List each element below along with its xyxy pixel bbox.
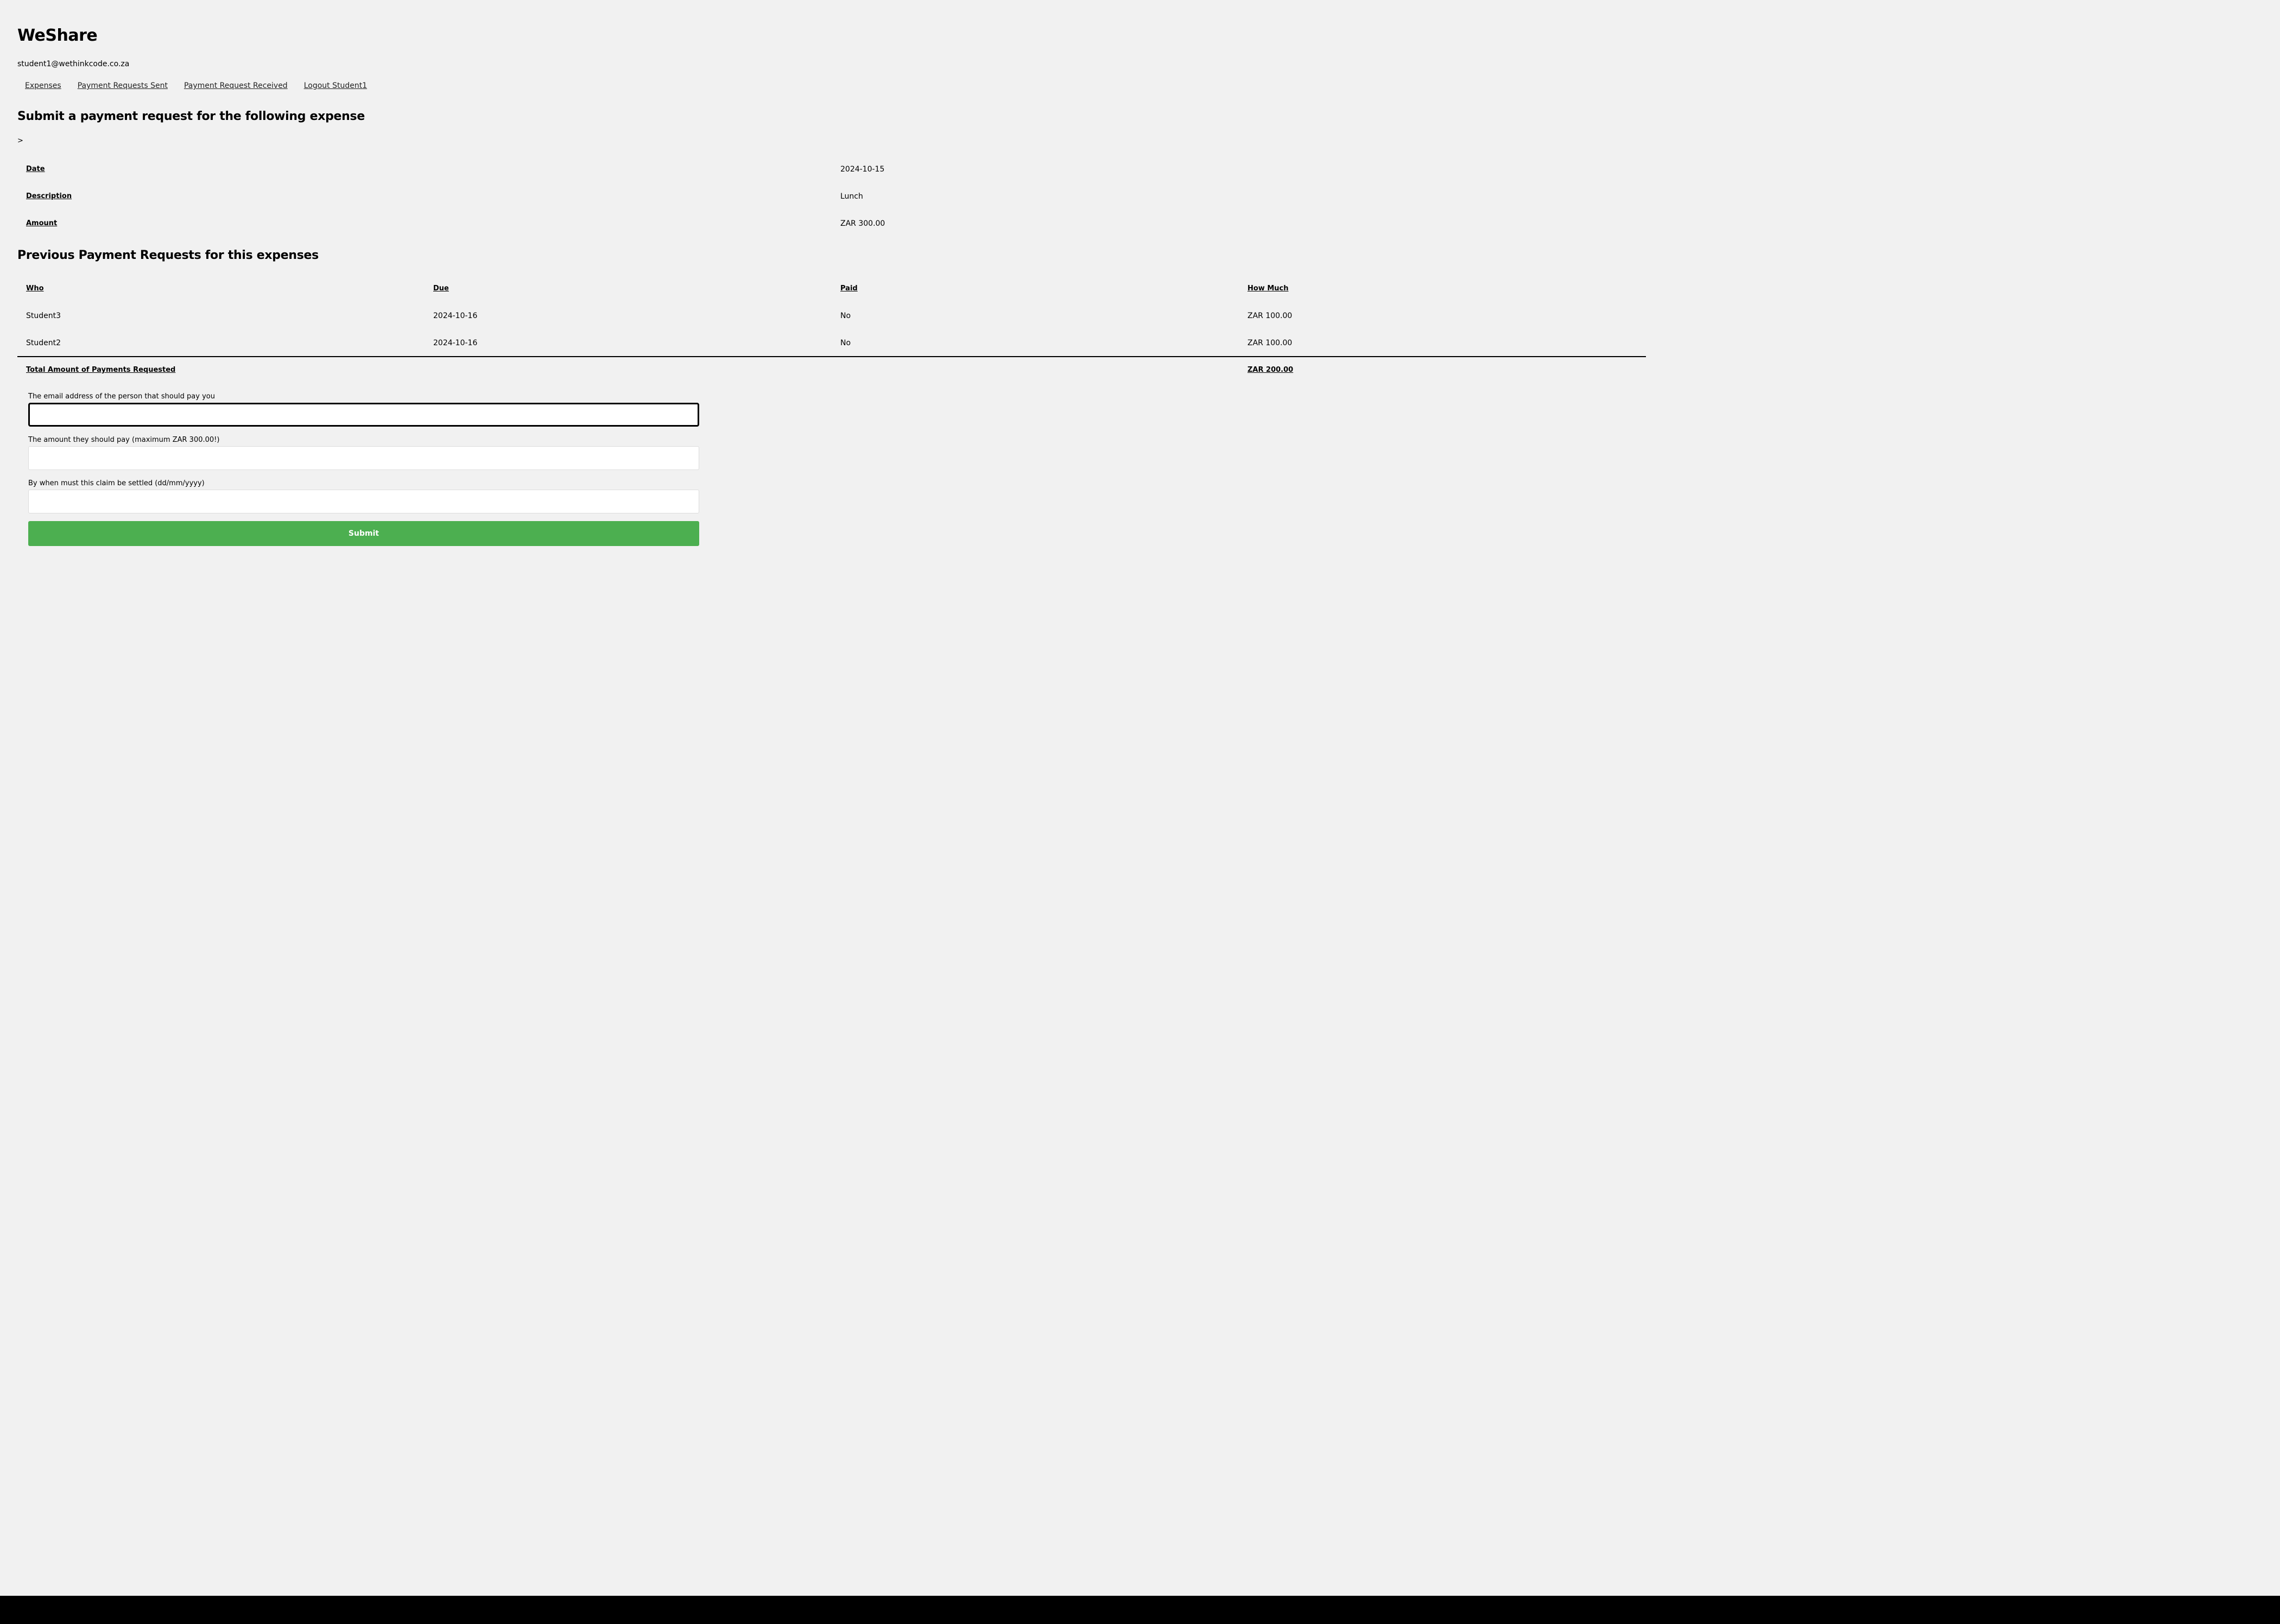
expense-section-heading: Submit a payment request for the followi… xyxy=(17,110,365,123)
expense-amount-label: Amount xyxy=(26,219,58,227)
expense-description-label: Description xyxy=(26,192,72,200)
nav-expenses-link[interactable]: Expenses xyxy=(25,81,61,90)
table-divider xyxy=(17,356,1646,357)
cell-how-much: ZAR 100.00 xyxy=(1247,339,1293,347)
cell-due: 2024-10-16 xyxy=(433,312,478,320)
expense-date-value: 2024-10-15 xyxy=(840,165,885,174)
due-date-field-label: By when must this claim be settled (dd/m… xyxy=(28,479,205,487)
email-field-label: The email address of the person that sho… xyxy=(28,392,215,401)
cell-how-much: ZAR 100.00 xyxy=(1247,312,1293,320)
amount-field[interactable] xyxy=(28,446,699,470)
user-email: student1@wethinkcode.co.za xyxy=(17,60,130,68)
cell-paid: No xyxy=(840,339,851,347)
main-nav: Expenses Payment Requests Sent Payment R… xyxy=(25,81,383,90)
total-label: Total Amount of Payments Requested xyxy=(26,366,176,374)
cell-who: Student2 xyxy=(26,339,61,347)
previous-requests-heading: Previous Payment Requests for this expen… xyxy=(17,249,319,262)
expense-date-label: Date xyxy=(26,165,45,173)
cell-due: 2024-10-16 xyxy=(433,339,478,347)
amount-field-label: The amount they should pay (maximum ZAR … xyxy=(28,436,220,444)
payment-request-form: The email address of the person that sho… xyxy=(28,391,699,546)
column-header-paid: Paid xyxy=(840,284,858,293)
nav-payment-requests-sent-link[interactable]: Payment Requests Sent xyxy=(78,81,168,90)
due-date-field[interactable] xyxy=(28,490,699,513)
email-field[interactable] xyxy=(28,403,699,427)
app-title: WeShare xyxy=(17,26,98,45)
expense-amount-value: ZAR 300.00 xyxy=(840,219,885,228)
nav-payment-request-received-link[interactable]: Payment Request Received xyxy=(184,81,288,90)
stray-text: > xyxy=(17,137,23,145)
column-header-who: Who xyxy=(26,284,44,293)
total-value: ZAR 200.00 xyxy=(1247,366,1294,374)
expense-description-value: Lunch xyxy=(840,192,863,201)
cell-paid: No xyxy=(840,312,851,320)
column-header-due: Due xyxy=(433,284,449,293)
submit-button[interactable]: Submit xyxy=(28,521,699,546)
cell-who: Student3 xyxy=(26,312,61,320)
bottom-bar xyxy=(0,1596,2280,1624)
column-header-how-much: How Much xyxy=(1247,284,1289,293)
nav-logout-link[interactable]: Logout Student1 xyxy=(304,81,367,90)
